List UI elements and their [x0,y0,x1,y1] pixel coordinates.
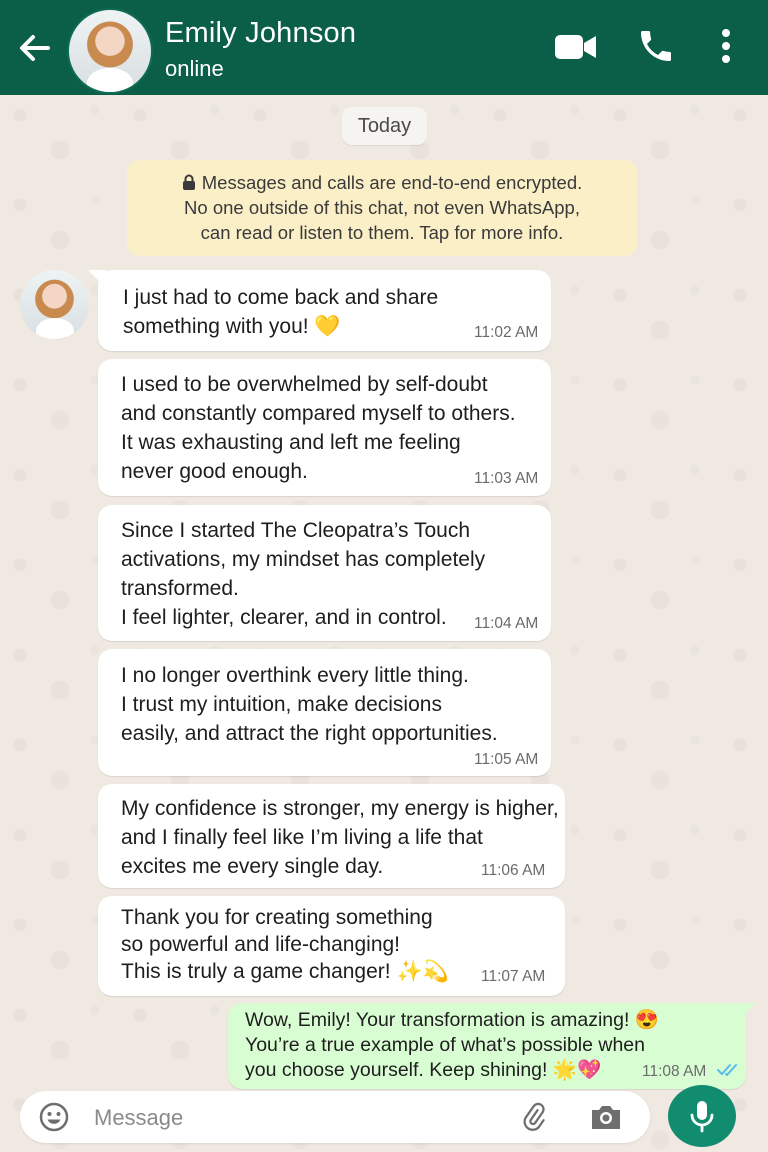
message-bubble-outgoing[interactable]: Wow, Emily! Your transformation is amazi… [228,1003,746,1089]
message-bubble-incoming[interactable]: Thank you for creating something so powe… [98,896,565,996]
more-vert-icon[interactable] [712,26,740,66]
encryption-line-1: Messages and calls are end-to-end encryp… [201,172,583,193]
encryption-line-3: can read or listen to them. Tap for more… [200,222,564,243]
voice-call-icon[interactable] [636,26,676,66]
message-time: 11:04 AM [474,615,539,632]
message-bubble-incoming[interactable]: My confidence is stronger, my energy is … [98,784,565,888]
message-text: Thank you for creating something so powe… [121,906,449,983]
message-bubble-incoming[interactable]: Since I started The Cleopatra’s Touch ac… [98,505,551,641]
message-text: I just had to come back and share someth… [123,286,439,338]
message-bubble-incoming[interactable]: I just had to come back and share someth… [98,270,551,351]
message-text: Wow, Emily! Your transformation is amazi… [245,1009,660,1081]
message-composer [20,1091,650,1143]
camera-icon[interactable] [588,1101,624,1133]
chat-header: Emily Johnson online [0,0,768,95]
mic-icon [690,1101,714,1133]
mic-button[interactable] [668,1085,736,1147]
message-time: 11:07 AM [481,968,546,985]
message-time: 11:08 AM [642,1063,707,1080]
encryption-notice[interactable]: Messages and calls are end-to-end encryp… [127,160,637,256]
emoji-icon[interactable] [38,1101,70,1133]
message-time: 11:05 AM [474,751,539,768]
lock-icon [182,171,196,190]
back-arrow-icon[interactable] [14,28,54,68]
read-ticks-icon [716,1063,741,1077]
contact-avatar[interactable] [67,8,153,94]
message-time: 11:02 AM [474,324,539,341]
message-time-wrap: 11:08 AM [642,1063,741,1081]
message-bubble-incoming[interactable]: I no longer overthink every little thing… [98,649,551,776]
contact-name[interactable]: Emily Johnson [165,17,356,50]
message-text: I used to be overwhelmed by self-doubt a… [121,373,516,483]
message-text: Since I started The Cleopatra’s Touch ac… [121,519,486,629]
message-text: I no longer overthink every little thing… [121,664,498,745]
message-input[interactable] [92,1099,496,1137]
date-chip: Today [342,107,427,145]
video-call-icon[interactable] [553,30,599,64]
encryption-line-2: No one outside of this chat, not even Wh… [184,197,580,218]
contact-status: online [165,56,224,81]
sender-avatar[interactable] [20,270,89,339]
message-time: 11:06 AM [481,862,546,879]
attach-icon[interactable] [518,1101,550,1133]
message-bubble-incoming[interactable]: I used to be overwhelmed by self-doubt a… [98,359,551,496]
message-time: 11:03 AM [474,470,539,487]
